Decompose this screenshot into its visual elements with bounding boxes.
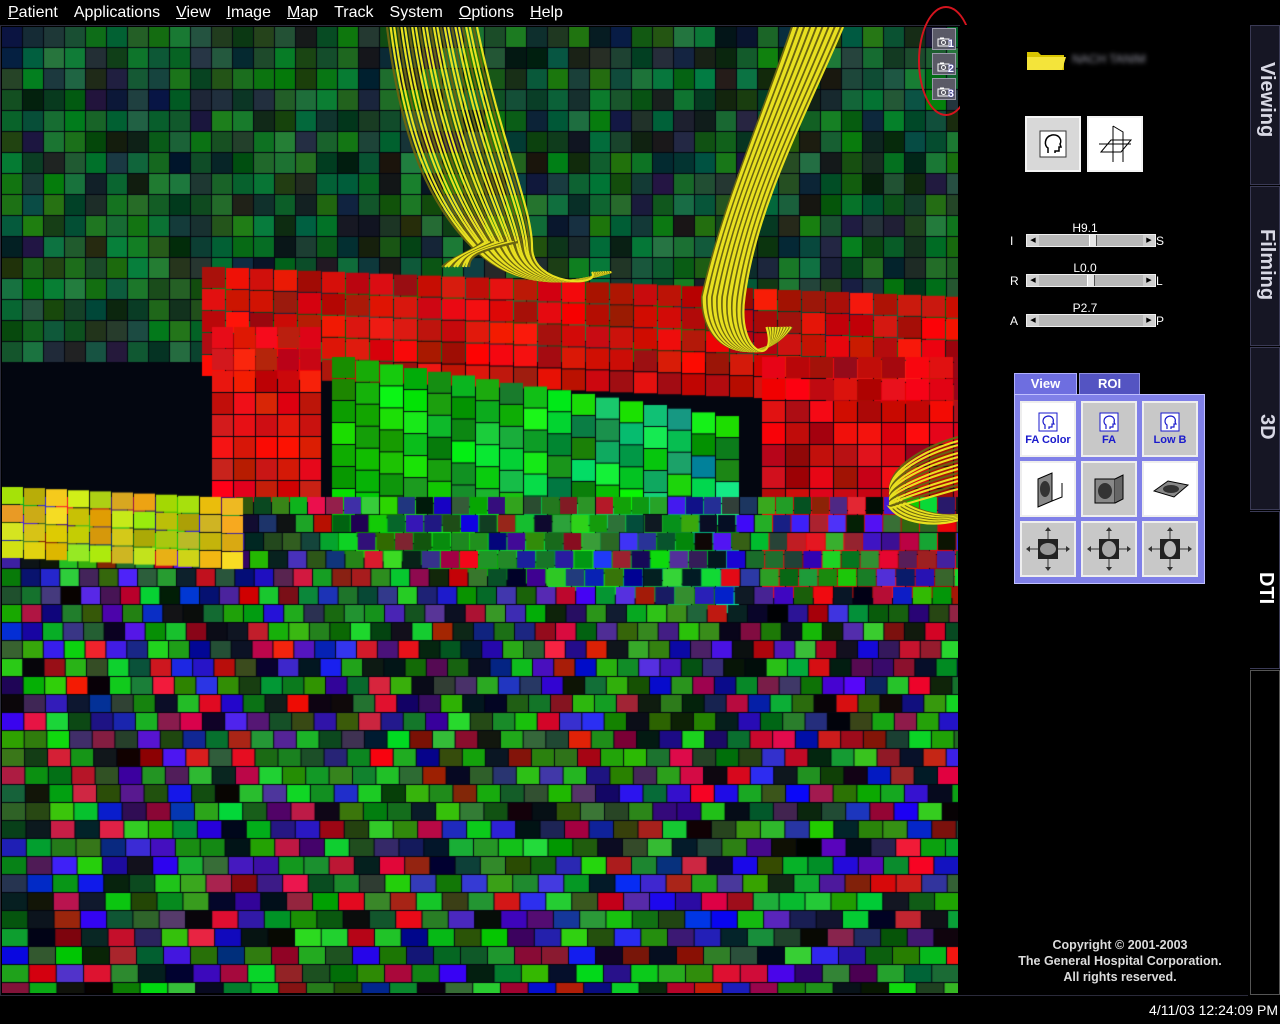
pan-coronal-button[interactable] xyxy=(1081,521,1137,577)
menu-map-mnemonic: M xyxy=(286,4,301,21)
head-view-button[interactable] xyxy=(1025,116,1081,172)
fa-button[interactable]: FA xyxy=(1081,401,1137,457)
axial-plane-button[interactable] xyxy=(1142,461,1198,517)
rl-slider-thumb[interactable] xyxy=(1087,275,1095,286)
ap-left-label: A xyxy=(1010,314,1019,328)
ap-slider-value: P2.7 xyxy=(1072,301,1098,315)
fiber-tracts-overlay xyxy=(385,27,958,525)
menu-bar: Patient Applications View Image Map Trac… xyxy=(0,0,1280,25)
head-profile-icon xyxy=(1038,412,1058,432)
is-slider-thumb[interactable] xyxy=(1088,235,1097,246)
fa-color-button[interactable]: FA Color xyxy=(1020,401,1076,457)
folder-icon[interactable] xyxy=(1026,48,1066,72)
side-tab-dti-label: DTI xyxy=(1255,572,1277,605)
menu-view[interactable]: View xyxy=(168,0,218,25)
side-tab-filming[interactable]: Filming xyxy=(1250,186,1280,346)
side-tab-dti[interactable]: DTI xyxy=(1250,511,1280,669)
slider-right-arrow-icon[interactable]: ▶ xyxy=(1143,315,1155,326)
menu-image-label: mage xyxy=(230,4,271,21)
orthogonal-planes-icon xyxy=(1099,125,1133,162)
menu-options-mnemonic: O xyxy=(458,4,472,21)
side-tab-empty xyxy=(1250,670,1280,995)
menu-applications-label: Applications xyxy=(73,4,161,21)
fa-label: FA xyxy=(1101,434,1117,446)
menu-view-label: iew xyxy=(186,4,211,21)
menu-help-label: elp xyxy=(541,4,563,21)
menu-view-mnemonic: V xyxy=(176,4,187,21)
ap-slider-track[interactable]: ◀ ▶ xyxy=(1026,314,1156,327)
menu-map-label: ap xyxy=(300,4,319,21)
plane-reformat-button[interactable] xyxy=(1087,116,1143,172)
menu-help-mnemonic: H xyxy=(530,4,542,21)
ap-slider-group: P2.7 A ◀ ▶ P xyxy=(1010,301,1170,341)
side-tab-filming-label: Filming xyxy=(1256,229,1278,301)
dti-view-panel: View ROI FA Color FA Low B xyxy=(1014,373,1206,584)
patient-name-label: NACH TANIM xyxy=(1072,52,1146,66)
slider-left-arrow-icon[interactable]: ◀ xyxy=(1027,235,1039,246)
menu-system[interactable]: System xyxy=(382,0,451,25)
menu-patient-label: atient xyxy=(18,4,58,21)
axial-brain-move-icon xyxy=(1148,527,1192,571)
menu-system-label: System xyxy=(389,4,443,21)
slider-left-arrow-icon[interactable]: ◀ xyxy=(1027,275,1039,286)
menu-patient[interactable]: Patient xyxy=(0,0,66,25)
coronal-slice-icon xyxy=(1094,474,1124,504)
side-tab-viewing[interactable]: Viewing xyxy=(1250,25,1280,185)
coronal-brain-move-icon xyxy=(1087,527,1131,571)
low-b-button[interactable]: Low B xyxy=(1142,401,1198,457)
tab-view[interactable]: View xyxy=(1014,373,1077,395)
side-tab-3d[interactable]: 3D xyxy=(1250,347,1280,510)
menu-help[interactable]: Help xyxy=(522,0,571,25)
head-profile-icon xyxy=(1160,412,1180,432)
dti-3d-viewport[interactable] xyxy=(2,27,958,993)
menu-options[interactable]: Options xyxy=(451,0,522,25)
status-bar: 4/11/03 12:24:09 PM xyxy=(0,997,1280,1024)
copyright-line-3: All rights reserved. xyxy=(1063,970,1177,984)
is-left-label: I xyxy=(1010,234,1014,248)
copyright-line-2: The General Hospital Corporation. xyxy=(1018,954,1222,968)
coronal-plane-button[interactable] xyxy=(1081,461,1137,517)
is-slider-value: H9.1 xyxy=(1072,221,1098,235)
menu-track-label: Track xyxy=(334,4,374,21)
menu-track[interactable]: Track xyxy=(326,0,381,25)
status-datetime: 4/11/03 12:24:09 PM xyxy=(1149,1002,1278,1018)
sagittal-slice-icon xyxy=(1037,472,1063,508)
rl-right-label: L xyxy=(1156,274,1163,288)
rl-slider-track[interactable]: ◀ ▶ xyxy=(1026,274,1156,287)
side-tab-3d-label: 3D xyxy=(1256,414,1278,440)
copyright-line-1: Copyright © 2001-2003 xyxy=(1052,938,1188,952)
pan-axial-button[interactable] xyxy=(1142,521,1198,577)
ap-right-label: P xyxy=(1156,314,1165,328)
menu-map[interactable]: Map xyxy=(279,0,326,25)
menu-patient-mnemonic: P xyxy=(8,4,19,21)
side-tab-viewing-label: Viewing xyxy=(1256,62,1278,138)
rl-slider-value: L0.0 xyxy=(1073,261,1097,275)
pan-sagittal-button[interactable] xyxy=(1020,521,1076,577)
is-right-label: S xyxy=(1156,234,1165,248)
slider-left-arrow-icon[interactable]: ◀ xyxy=(1027,315,1039,326)
is-slider-group: H9.1 I ◀ ▶ S xyxy=(1010,221,1170,261)
menu-applications[interactable]: Applications xyxy=(66,0,168,25)
sagittal-plane-button[interactable] xyxy=(1020,461,1076,517)
sagittal-brain-move-icon xyxy=(1026,527,1070,571)
view-tab-body: FA Color FA Low B xyxy=(1014,394,1205,584)
menu-options-label: ptions xyxy=(471,4,515,21)
low-b-label: Low B xyxy=(1153,434,1187,446)
head-profile-icon xyxy=(1039,130,1067,158)
is-slider-track[interactable]: ◀ ▶ xyxy=(1026,234,1156,247)
head-profile-icon xyxy=(1099,412,1119,432)
menu-image[interactable]: Image xyxy=(219,0,279,25)
rl-slider-group: L0.0 R ◀ ▶ L xyxy=(1010,261,1170,301)
rl-left-label: R xyxy=(1010,274,1019,288)
slider-right-arrow-icon[interactable]: ▶ xyxy=(1143,275,1155,286)
axial-slice-icon xyxy=(1152,480,1190,498)
copyright-notice: Copyright © 2001-2003 The General Hospit… xyxy=(1000,937,1240,985)
slider-right-arrow-icon[interactable]: ▶ xyxy=(1143,235,1155,246)
tab-roi[interactable]: ROI xyxy=(1079,373,1140,395)
fa-color-label: FA Color xyxy=(1025,434,1071,446)
